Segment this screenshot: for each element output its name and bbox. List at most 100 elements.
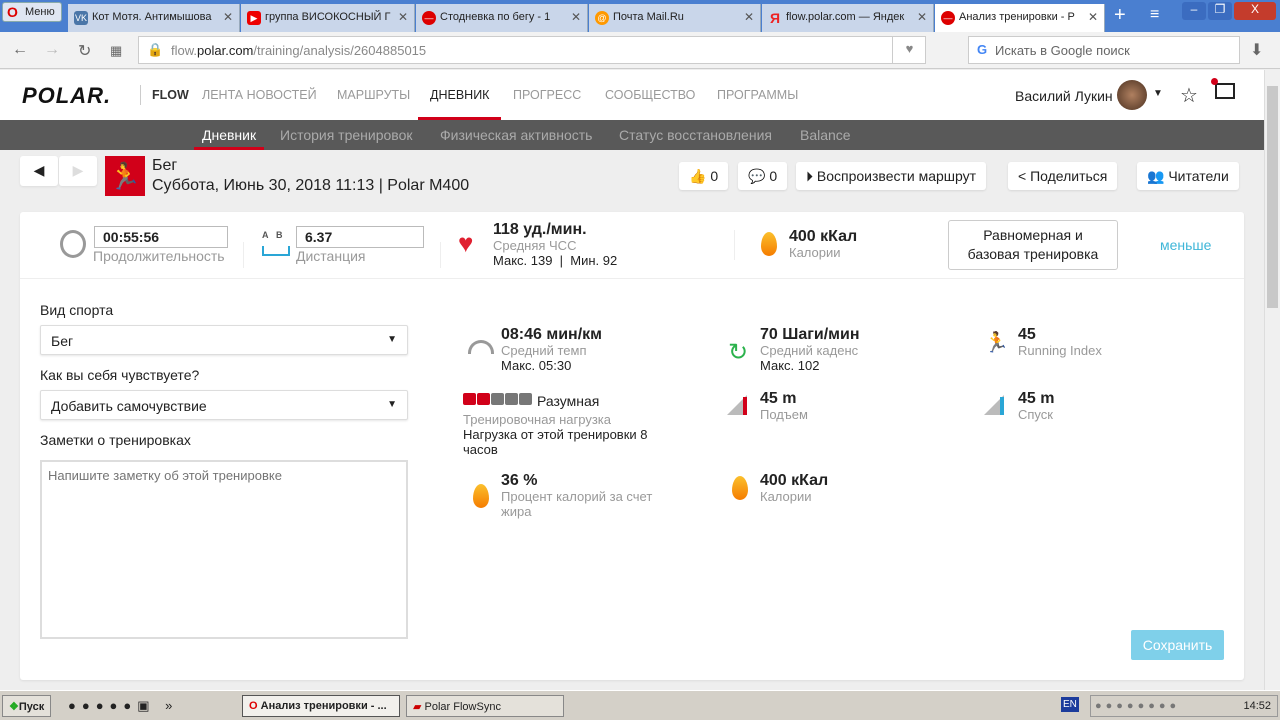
browser-tab[interactable]: Яflow.polar.com — Яндек ✕ [762,4,934,32]
cadence-max: Макс. 102 [760,358,820,373]
polar-logo[interactable]: POLAR. [22,83,111,109]
browser-toolbar: ← → ↻ ▦ 🔒 flow.polar.com/training/analysi… [0,32,1280,69]
opera-icon: O [7,4,18,20]
calories-label: Калории [789,245,841,260]
logo-text: POLAR. [22,83,112,108]
nav-community[interactable]: СООБЩЕСТВО [605,88,695,102]
duration-field[interactable]: 00:55:56 [94,226,228,248]
like-button[interactable]: 👍 0 [679,162,729,190]
nav-diary[interactable]: ДНЕВНИК [417,88,503,120]
reload-icon[interactable]: ↻ [78,41,91,61]
close-tab-icon[interactable]: ✕ [917,10,927,24]
new-tab-icon[interactable]: + [1114,4,1126,27]
close-tab-icon[interactable]: ✕ [744,10,754,24]
tab-menu-icon[interactable]: ≡ [1150,6,1159,24]
browser-tab[interactable]: — Стодневка по бегу - 1 ✕ [416,4,588,32]
close-tab-icon[interactable]: ✕ [398,10,408,24]
training-benefit-badge: Равномерная и базовая тренировка [948,220,1118,270]
descent-icon [984,395,1004,415]
close-window-icon[interactable]: X [1234,2,1276,20]
yandex-icon: Я [769,10,781,26]
training-load-text: Нагрузка от этой тренировки 8 часов [463,427,648,457]
subnav-history[interactable]: История тренировок [280,127,412,143]
nav-programs[interactable]: ПРОГРАММЫ [717,88,798,102]
play-route-button[interactable]: ⏵ Воспроизвести маршрут [796,162,987,190]
next-training-button[interactable]: ▶ [59,156,97,186]
speed-dial-icon[interactable]: ▦ [110,43,122,59]
like-count: 0 [710,168,719,184]
nav-routes[interactable]: МАРШРУТЫ [337,88,410,102]
flame-icon [761,232,777,256]
training-load-value: Разумная [537,393,600,409]
fat-percent-label: Процент калорий за счет жира [501,489,653,519]
close-tab-icon[interactable]: ✕ [1088,10,1098,24]
comment-button[interactable]: 💬 0 [738,162,788,190]
running-sport-icon: 🏃 [105,156,145,196]
ruler-icon [262,246,290,256]
close-tab-icon[interactable]: ✕ [571,10,581,24]
browser-tab[interactable]: VK Кот Мотя. Антимышова ✕ [68,4,240,32]
nav-feed[interactable]: ЛЕНТА НОВОСТЕЙ [202,88,317,102]
browser-menu-button[interactable]: O Меню [2,2,62,22]
share-button[interactable]: < Поделиться [1008,162,1118,190]
taskbar-item-flowsync[interactable]: ▰ Polar FlowSync [406,695,564,717]
browser-tab-active[interactable]: — Анализ тренировки - Р ✕ [935,4,1105,32]
point-b-label: B [276,230,283,240]
nav-progress[interactable]: ПРОГРЕСС [513,88,581,102]
save-button[interactable]: Сохранить [1131,630,1224,660]
back-icon[interactable]: ← [12,41,28,59]
forward-icon[interactable]: → [44,41,60,59]
duration-label: Продолжительность [93,248,225,264]
quick-launch-icons[interactable]: ●●●●●▣ » [68,698,178,714]
training-load-segment [491,393,504,405]
language-indicator[interactable]: EN [1061,697,1079,712]
flame-icon [473,484,489,508]
bookmark-heart-icon[interactable]: ♥ [892,36,926,64]
scrollbar-thumb[interactable] [1267,86,1278,308]
notes-textarea[interactable] [40,460,408,639]
stopwatch-icon [60,230,86,258]
subnav-diary[interactable]: Дневник [193,127,265,150]
sport-select[interactable]: Бег [40,325,408,355]
google-icon: G [977,42,988,57]
subnav-recovery[interactable]: Статус восстановления [619,127,772,143]
star-icon[interactable]: ☆ [1180,83,1198,108]
minimize-icon[interactable]: – [1182,2,1206,20]
share-icon: < [1018,168,1027,184]
comment-icon: 💬 [748,168,766,184]
divider [20,278,1244,279]
browser-tab-bar: O Меню VK Кот Мотя. Антимышова ✕ ▶ группа ВИ… [0,0,1280,32]
search-input[interactable]: G Искать в Google поиск [968,36,1240,64]
training-load-segment [477,393,490,405]
cadence-label: Средний каденс [760,343,859,358]
maximize-icon[interactable]: ❐ [1208,2,1232,20]
start-button[interactable]: ❖Пуск [2,695,52,717]
tray-icons[interactable]: ●●●●●●●● [1095,700,1180,712]
scrollbar[interactable] [1264,70,1280,690]
play-route-label: Воспроизвести маршрут [816,168,977,184]
user-name[interactable]: Василий Лукин [1015,88,1113,104]
subnav-balance[interactable]: Balance [800,127,851,143]
close-tab-icon[interactable]: ✕ [223,10,233,24]
address-bar[interactable]: 🔒 flow.polar.com/training/analysis/260488… [138,36,926,64]
followers-button[interactable]: 👥 Читатели [1137,162,1239,190]
browser-tab[interactable]: @ Почта Mail.Ru ✕ [589,4,761,32]
download-icon[interactable]: ⬇ [1250,40,1263,60]
pace-max: Макс. 05:30 [501,358,572,373]
vk-icon: VK [74,11,88,25]
chevron-down-icon[interactable]: ▼ [1153,88,1163,99]
less-link[interactable]: меньше [1160,237,1211,253]
training-load-segment [505,393,518,405]
feeling-label: Как вы себя чувствуете? [40,367,200,383]
avatar[interactable] [1117,80,1147,110]
notifications-icon[interactable] [1211,78,1235,99]
prev-training-button[interactable]: ◀ [20,156,58,186]
taskbar-item-browser[interactable]: O Анализ тренировки - ... [242,695,400,717]
feeling-select[interactable]: Добавить самочувствие [40,390,408,420]
sport-label: Вид спорта [40,302,114,318]
subnav-activity[interactable]: Физическая активность [440,127,592,143]
browser-tab[interactable]: ▶ группа ВИСОКОСНЫЙ Г ✕ [241,4,415,32]
running-index-label: Running Index [1018,343,1102,358]
taskbar-item-label: Анализ тренировки - ... [260,700,387,712]
distance-field[interactable]: 6.37 [296,226,424,248]
